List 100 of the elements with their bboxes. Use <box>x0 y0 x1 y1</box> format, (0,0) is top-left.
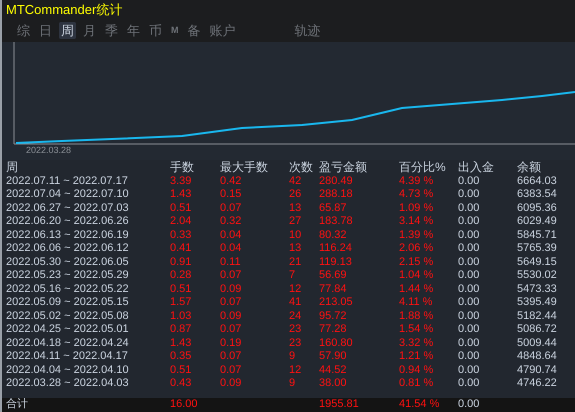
tab[interactable]: 轨迹 <box>292 22 322 38</box>
table-cell-text: 0.09 <box>220 282 242 296</box>
table-cell-text: 5395.49 <box>517 296 558 310</box>
tab[interactable]: 月 <box>81 22 98 38</box>
table-cell-text: 213.05 <box>319 296 354 310</box>
table-cell-text: 65.87 <box>319 202 348 215</box>
table-cell-text: 4790.74 <box>517 364 558 377</box>
table-cell-text: 13 <box>289 242 302 256</box>
table-cell-text: 1.88 % <box>399 310 434 323</box>
table-cell-text: 26 <box>289 188 302 202</box>
table-cell-text: 1.43 <box>170 336 192 350</box>
table-cell-text: 23 <box>289 336 302 350</box>
table-cell-text: 0.00 <box>458 242 480 256</box>
tab[interactable]: 备 <box>186 22 202 38</box>
total-cell-text: 合计 <box>6 398 29 412</box>
table-cell-text: 0.91 <box>170 256 192 269</box>
table-cell-text: 3.39 <box>170 174 192 188</box>
table-cell-text: 23 <box>289 323 302 336</box>
table-cell-text: 4.39 % <box>399 174 434 188</box>
table-cell-text: 1.43 <box>170 188 192 202</box>
table-cell-text: 0.00 <box>458 336 480 350</box>
table-cell-text: 24 <box>289 310 302 323</box>
tab[interactable]: 季 <box>103 22 120 38</box>
table-cell-text: 0.09 <box>220 310 242 323</box>
table-cell-text: 1.04 % <box>399 269 434 282</box>
table-cell-text: 13 <box>289 202 302 215</box>
tab[interactable]: M <box>169 22 180 38</box>
column-header: 余额 <box>517 161 542 174</box>
table-cell-text: 4.11 % <box>399 296 434 310</box>
table-cell-text: 0.51 <box>170 282 192 296</box>
table-cell-text: 0.07 <box>220 202 242 215</box>
table-cell-text: 2022.07.11 ~ 2022.07.17 <box>6 174 129 188</box>
table-cell-text: 2022.04.11 ~ 2022.04.17 <box>6 350 129 364</box>
table-cell-text: 0.33 <box>170 228 192 242</box>
table-cell-text: 1.44 % <box>399 282 434 296</box>
table-cell-text: 21 <box>289 256 302 269</box>
table-cell-text: 0.00 <box>458 269 480 282</box>
table-cell-text: 288.18 <box>319 188 354 202</box>
table-cell-text: 4.73 % <box>399 188 434 202</box>
table-cell-text: 0.11 <box>220 256 242 269</box>
table-cell-text: 2022.03.28 ~ 2022.04.03 <box>6 377 130 390</box>
table-cell-text: 0.07 <box>220 364 242 377</box>
table-cell-text: 6029.49 <box>517 215 558 228</box>
table-cell-text: 5649.15 <box>517 256 558 269</box>
table-cell-text: 0.32 <box>220 215 242 228</box>
table-cell-text: 0.00 <box>458 296 480 310</box>
tab[interactable]: 周 <box>59 22 76 38</box>
table-cell-text: 0.00 <box>458 377 480 390</box>
table-cell-text: 0.51 <box>170 202 192 215</box>
column-header: 百分比% <box>399 161 447 174</box>
table-cell-text: 0.00 <box>458 364 480 377</box>
table-cell-text: 1.09 % <box>399 202 434 215</box>
table-cell-text: 0.00 <box>458 310 480 323</box>
table-cell-text: 27 <box>289 215 302 228</box>
total-cell-text: 0.00 <box>458 398 480 412</box>
column-header: 出入金 <box>458 161 495 174</box>
table-cell-text: 2022.05.09 ~ 2022.05.15 <box>6 296 130 310</box>
table-cell-text: 2022.07.04 ~ 2022.07.10 <box>6 188 130 202</box>
table-cell-text: 0.43 <box>170 377 192 390</box>
table-cell-text: 183.78 <box>319 215 354 228</box>
table-cell-text: 4746.22 <box>517 377 558 390</box>
table-cell-text: 41 <box>289 296 302 310</box>
table-cell-text: 95.72 <box>319 310 348 323</box>
table-cell-text: 5765.39 <box>517 242 558 256</box>
table-cell-text: 2.04 <box>170 215 192 228</box>
table-cell-text: 280.49 <box>319 174 354 188</box>
total-cell-text: 1955.81 <box>319 398 360 412</box>
tab[interactable]: 日 <box>37 22 54 38</box>
column-header: 周 <box>6 161 19 174</box>
table-cell-text: 0.07 <box>220 323 242 336</box>
table-cell-text: 12 <box>289 364 302 377</box>
table-cell-text: 0.00 <box>458 256 480 269</box>
column-header: 盈亏金额 <box>319 161 368 174</box>
tab[interactable]: 综 <box>15 22 32 38</box>
tab[interactable]: 年 <box>125 22 142 38</box>
table-cell-text: 0.04 <box>220 228 242 242</box>
table-cell-text: 0.51 <box>170 364 192 377</box>
table-cell-text: 9 <box>289 377 296 390</box>
table-cell-text: 0.00 <box>458 323 480 336</box>
table-cell-text: 160.80 <box>319 336 354 350</box>
table-cell-text: 2022.06.13 ~ 2022.06.19 <box>6 228 130 242</box>
table-cell-text: 1.57 <box>170 296 192 310</box>
table-cell-text: 2.06 % <box>399 242 434 256</box>
table-cell-text: 10 <box>289 228 302 242</box>
table-cell-text: 2022.05.23 ~ 2022.05.29 <box>6 269 130 282</box>
table-cell-text: 3.32 % <box>399 336 434 350</box>
table-cell-text: 0.15 <box>220 188 242 202</box>
table-cell-text: 0.00 <box>458 174 480 188</box>
table-cell-text: 0.00 <box>458 228 480 242</box>
table-cell-text: 0.00 <box>458 188 480 202</box>
table-cell-text: 1.39 % <box>399 228 434 242</box>
table-cell-text: 6095.36 <box>517 202 558 215</box>
table-cell-text: 2022.06.20 ~ 2022.06.26 <box>6 215 130 228</box>
table-cell-text: 42 <box>289 174 302 188</box>
table-cell-text: 4848.64 <box>517 350 558 364</box>
table-cell-text: 12 <box>289 282 302 296</box>
tab[interactable]: 账户 <box>208 22 238 38</box>
table-cell-text: 0.81 % <box>399 377 434 390</box>
table-cell-text: 0.07 <box>220 296 242 310</box>
tab[interactable]: 币 <box>147 22 164 38</box>
